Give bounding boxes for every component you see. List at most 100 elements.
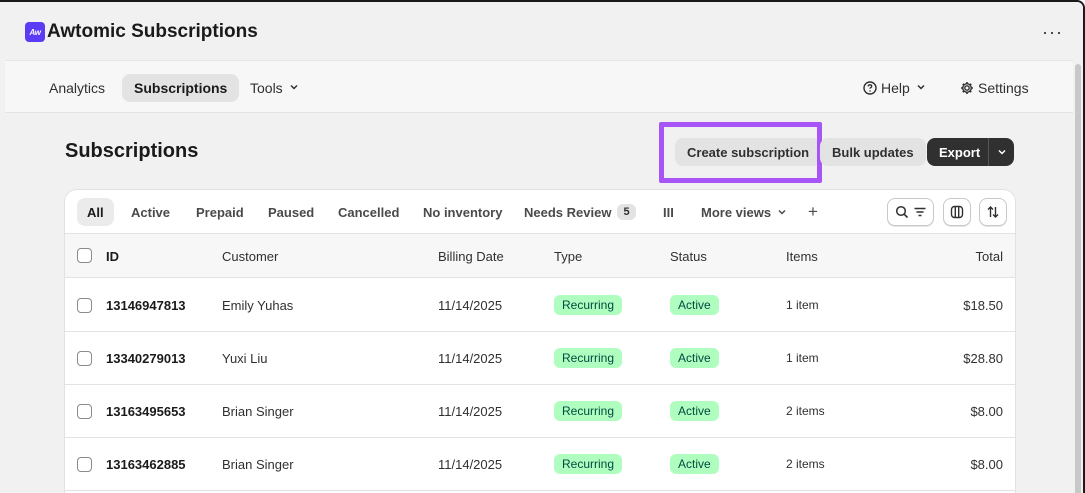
type-badge: Recurring (554, 401, 623, 421)
count-badge: 5 (617, 204, 636, 220)
top-nav-background: Analytics Subscriptions Tools Help Setti… (5, 60, 1074, 112)
filter-icon (914, 207, 925, 217)
subscription-id[interactable]: 13163495653 (106, 404, 186, 419)
total-amount: $28.80 (963, 351, 1003, 366)
table-row[interactable]: 13340279013 Yuxi Liu 11/14/2025 Recurrin… (65, 332, 1015, 385)
nav-item-label: Tools (250, 80, 283, 96)
column-header-type[interactable]: Type (554, 249, 582, 264)
more-options-icon[interactable]: ··· (1042, 22, 1063, 42)
bulk-updates-button[interactable]: Bulk updates (820, 138, 926, 166)
chevron-down-icon (997, 149, 1006, 155)
settings-link[interactable]: Settings (948, 74, 1041, 102)
customer-name: Emily Yuhas (222, 298, 294, 313)
tab-cancelled[interactable]: Cancelled (328, 198, 409, 226)
tab-label: Paused (268, 204, 315, 220)
column-header-customer[interactable]: Customer (222, 249, 278, 264)
help-menu[interactable]: Help (851, 74, 938, 102)
top-nav: Analytics Subscriptions Tools Help Setti… (5, 60, 1074, 113)
gear-icon (960, 81, 974, 95)
status-badge: Active (670, 348, 719, 368)
tab-label: III (663, 204, 674, 220)
total-amount: $8.00 (970, 404, 1003, 419)
billing-date: 11/14/2025 (438, 351, 503, 366)
customer-name: Brian Singer (222, 457, 294, 472)
tab-label: Active (131, 204, 171, 220)
export-label: Export (939, 144, 981, 160)
items-count: 1 item (786, 298, 819, 312)
items-count: 2 items (786, 404, 825, 418)
table-row[interactable]: 13163495653 Brian Singer 11/14/2025 Recu… (65, 385, 1015, 438)
tab-label: All (87, 204, 104, 220)
customer-name: Brian Singer (222, 404, 294, 419)
tab-label: More views (701, 204, 772, 220)
create-subscription-button[interactable]: Create subscription (675, 138, 822, 166)
subscriptions-table-card: All Active Prepaid Paused Cancelled No i… (65, 190, 1015, 493)
customer-name: Yuxi Liu (222, 351, 268, 366)
main-content: Subscriptions Create subscription Bulk u… (5, 114, 1074, 493)
subscription-id[interactable]: 13163462885 (106, 457, 186, 472)
app-logo: Aw (25, 22, 45, 42)
nav-item-subscriptions[interactable]: Subscriptions (122, 74, 240, 102)
row-checkbox[interactable] (77, 404, 92, 419)
billing-date: 11/14/2025 (438, 298, 503, 313)
sort-button[interactable] (979, 198, 1007, 226)
bulk-updates-label: Bulk updates (832, 144, 914, 160)
tab-overflow[interactable]: III (653, 198, 684, 226)
chevron-down-icon (289, 82, 299, 95)
tab-active[interactable]: Active (121, 198, 180, 226)
settings-label: Settings (978, 80, 1029, 96)
column-header-items[interactable]: Items (786, 249, 818, 264)
search-icon (895, 205, 908, 219)
nav-item-tools[interactable]: Tools (238, 74, 311, 102)
type-badge: Recurring (554, 348, 623, 368)
total-amount: $8.00 (970, 457, 1003, 472)
tab-prepaid[interactable]: Prepaid (186, 198, 254, 226)
items-count: 1 item (786, 351, 819, 365)
tab-needs-review[interactable]: Needs Review 5 (514, 198, 646, 226)
columns-icon (950, 205, 964, 219)
total-amount: $18.50 (963, 298, 1003, 313)
status-badge: Active (670, 454, 719, 474)
add-view-button[interactable]: + (798, 198, 828, 226)
subscription-id[interactable]: 13146947813 (106, 298, 186, 313)
tab-all[interactable]: All (77, 198, 114, 226)
tab-paused[interactable]: Paused (258, 198, 324, 226)
type-badge: Recurring (554, 454, 623, 474)
tab-no-inventory[interactable]: No inventory (413, 198, 512, 226)
scrollbar-thumb[interactable] (1075, 64, 1081, 493)
select-all-checkbox[interactable] (77, 248, 92, 263)
create-subscription-label: Create subscription (687, 144, 810, 160)
app-title: Awtomic Subscriptions (47, 21, 258, 42)
chevron-down-icon (778, 209, 786, 215)
column-header-billing-date[interactable]: Billing Date (438, 249, 504, 264)
export-button[interactable]: Export (927, 138, 993, 166)
table-row[interactable]: 13163462885 Brian Singer 11/14/2025 Recu… (65, 438, 1015, 491)
app-window: Aw Awtomic Subscriptions ··· Analytics S… (0, 0, 1085, 493)
column-header-status[interactable]: Status (670, 249, 707, 264)
nav-item-label: Subscriptions (134, 80, 228, 96)
chevron-down-icon (916, 82, 926, 95)
page-title: Subscriptions (65, 140, 199, 162)
row-checkbox[interactable] (77, 457, 92, 472)
tab-label: Cancelled (338, 204, 400, 220)
view-tabs: All Active Prepaid Paused Cancelled No i… (65, 190, 1015, 234)
status-badge: Active (670, 401, 719, 421)
type-badge: Recurring (554, 295, 623, 315)
row-checkbox[interactable] (77, 298, 92, 313)
table-row[interactable]: 13146947813 Emily Yuhas 11/14/2025 Recur… (65, 279, 1015, 332)
search-filter-button[interactable] (887, 198, 934, 226)
items-count: 2 items (786, 457, 825, 471)
nav-item-analytics[interactable]: Analytics (37, 74, 117, 102)
subscription-id[interactable]: 13340279013 (106, 351, 186, 366)
nav-item-label: Analytics (49, 80, 106, 96)
column-header-total[interactable]: Total (976, 249, 1003, 264)
help-label: Help (881, 80, 910, 96)
column-header-id[interactable]: ID (106, 249, 119, 264)
row-checkbox[interactable] (77, 351, 92, 366)
billing-date: 11/14/2025 (438, 457, 503, 472)
tab-label: No inventory (423, 204, 503, 220)
more-views-button[interactable]: More views (691, 198, 797, 226)
help-icon (863, 81, 877, 95)
columns-button[interactable] (943, 198, 971, 226)
export-menu-button[interactable] (988, 138, 1014, 166)
